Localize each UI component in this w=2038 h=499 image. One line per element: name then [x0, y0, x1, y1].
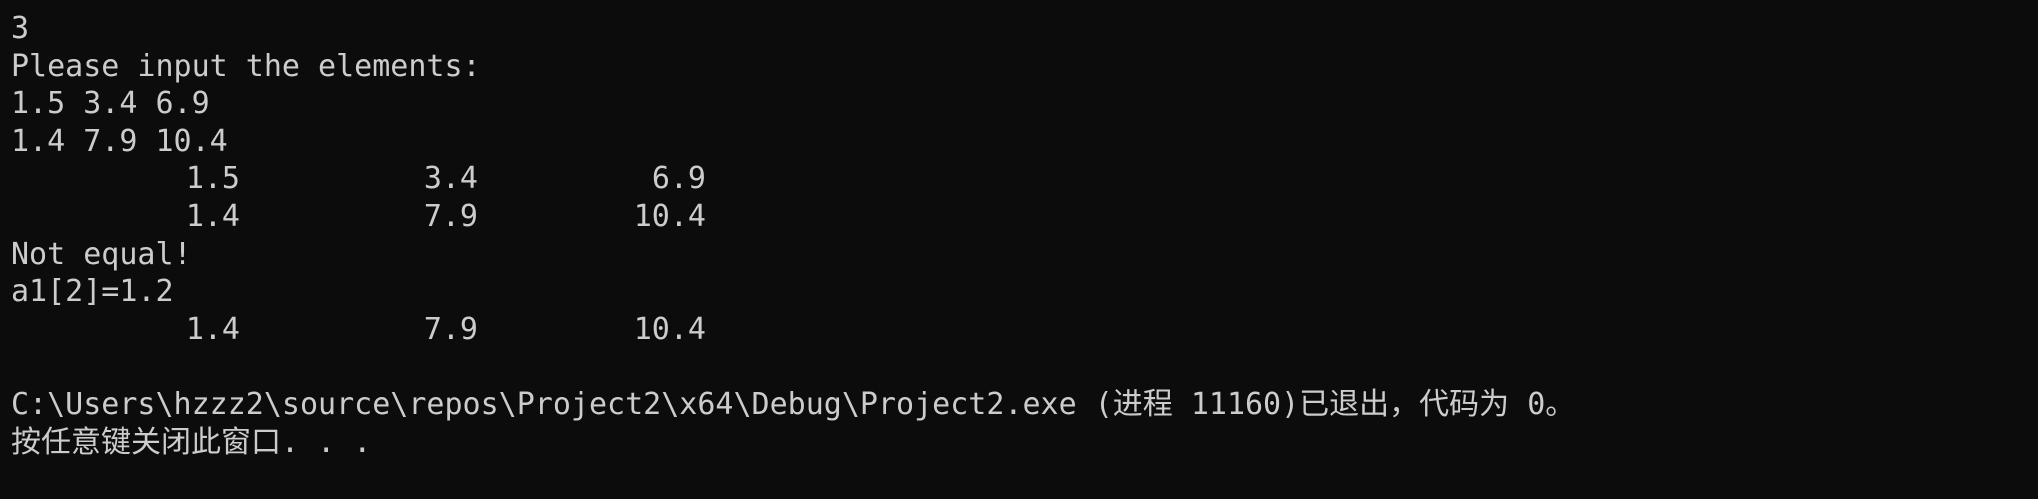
assignment-line: a1[2]=1.2	[11, 274, 174, 310]
output-row: 1.5 3.4 6.9	[11, 160, 2038, 198]
output-cell: 7.9	[423, 198, 478, 234]
output-cell: 1.4	[185, 311, 240, 347]
output-row: 1.4 7.9 10.4	[11, 311, 2038, 349]
user-input-row-2: 1.4 7.9 10.4	[11, 123, 228, 159]
output-cell: 10.4	[633, 311, 706, 347]
output-cell: 1.4	[185, 198, 240, 234]
output-row: 1.4 7.9 10.4	[11, 198, 2038, 236]
count-echo-line: 3	[11, 11, 30, 46]
output-cell: 10.4	[633, 198, 706, 234]
output-cell: 3.4	[423, 161, 478, 197]
comparison-result-line: Not equal!	[11, 236, 192, 272]
console-window[interactable]: 3 Please input the elements: 1.5 3.4 6.9…	[0, 0, 2038, 474]
output-cell: 7.9	[423, 311, 478, 347]
output-cell: 1.5	[185, 161, 240, 197]
exit-message-line: C:\Users\hzzz2\source\repos\Project2\x64…	[11, 386, 1576, 422]
user-input-row-1: 1.5 3.4 6.9	[11, 86, 210, 122]
input-prompt-line: Please input the elements:	[11, 48, 481, 84]
output-cell: 6.9	[651, 161, 706, 197]
press-key-line: 按任意键关闭此窗口. . .	[11, 424, 372, 460]
